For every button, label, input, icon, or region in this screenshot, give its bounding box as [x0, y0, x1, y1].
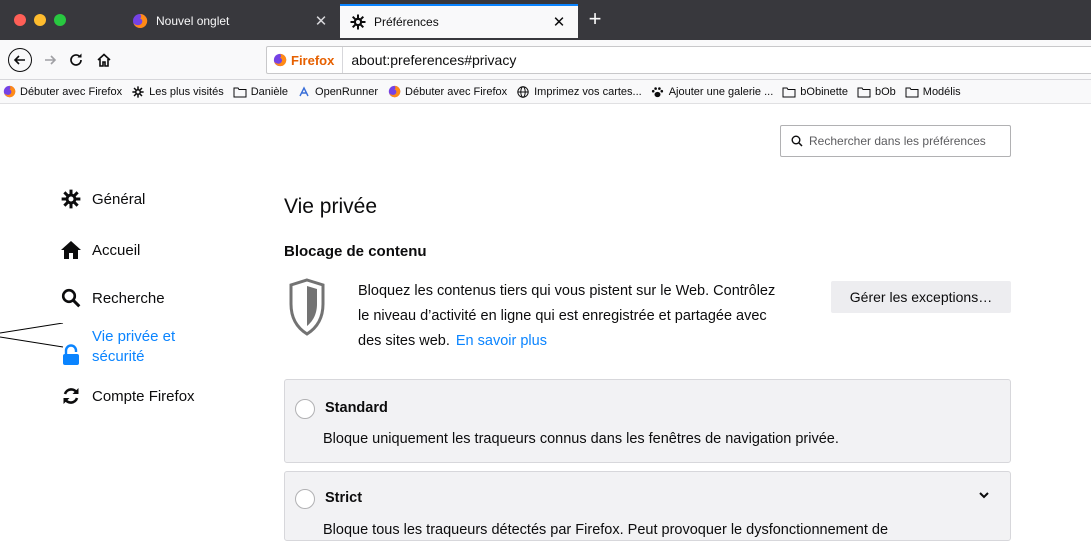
bookmark-item[interactable]: bOb [857, 85, 896, 99]
zoom-window-button[interactable] [54, 14, 66, 26]
firefox-icon [133, 13, 148, 28]
option-strict[interactable]: Strict Bloque tous les traqueurs détecté… [284, 471, 1011, 541]
reload-button[interactable] [64, 48, 88, 72]
tab-new-tab[interactable]: Nouvel onglet ✕ [122, 4, 340, 38]
search-icon [60, 287, 82, 309]
gear-icon [60, 188, 82, 210]
sidebar-item-firefox-account[interactable]: Compte Firefox [60, 385, 195, 407]
description-line: des sites web. [358, 333, 450, 349]
close-tab-icon[interactable]: ✕ [548, 13, 570, 31]
chevron-down-icon[interactable] [978, 490, 990, 500]
folder-icon [782, 85, 796, 99]
bookmark-label: Danièle [250, 85, 289, 98]
search-placeholder: Rechercher dans les préférences [809, 134, 986, 148]
bookmark-item[interactable]: Imprimez vos cartes... [516, 85, 642, 99]
close-tab-icon[interactable]: ✕ [310, 12, 332, 30]
close-window-button[interactable] [14, 14, 26, 26]
forward-button[interactable] [38, 48, 62, 72]
identity-box[interactable]: Firefox [267, 47, 344, 73]
bookmark-label: bOb [874, 85, 896, 98]
tab-strip: Nouvel onglet ✕ Préférences ✕ + [0, 0, 1091, 40]
bookmark-item[interactable]: Ajouter une galerie ... [651, 85, 774, 99]
sidebar-item-home[interactable]: Accueil [60, 239, 140, 261]
bookmark-label: Les plus visités [149, 85, 224, 98]
globe-icon [516, 85, 530, 99]
sidebar-item-privacy-security[interactable]: Vie privée et sécurité [60, 327, 175, 367]
bookmark-label: Imprimez vos cartes... [534, 85, 642, 98]
option-title: Standard [325, 400, 388, 416]
gear-icon [350, 14, 366, 30]
home-icon [60, 239, 82, 261]
section-title: Blocage de contenu [284, 243, 427, 260]
arrow-right-icon [45, 55, 57, 65]
bookmark-item[interactable]: bObinette [782, 85, 848, 99]
option-title: Strict [325, 490, 363, 506]
annotation-callout-arrow [0, 323, 64, 348]
sidebar-item-label: Recherche [92, 289, 165, 307]
openrunner-icon [297, 85, 311, 99]
bookmark-label: OpenRunner [315, 85, 379, 98]
label-line: sécurité [92, 348, 145, 365]
bookmark-label: Ajouter une galerie ... [668, 85, 774, 98]
standard-radio[interactable] [295, 399, 315, 419]
sidebar-item-label: Général [92, 190, 146, 208]
home-icon [97, 53, 111, 67]
shield-icon [289, 278, 325, 336]
page-title: Vie privée [284, 195, 378, 218]
paw-icon [651, 85, 665, 99]
arrow-left-icon [13, 55, 25, 65]
bookmark-item[interactable]: Débuter avec Firefox [387, 85, 507, 99]
folder-icon [905, 85, 919, 99]
bookmark-label: Débuter avec Firefox [20, 85, 123, 98]
tab-label: Nouvel onglet [156, 14, 230, 28]
sidebar-item-label: Vie privée et sécurité [92, 327, 175, 367]
bookmark-item[interactable]: Débuter avec Firefox [2, 85, 122, 99]
bookmark-item[interactable]: OpenRunner [297, 85, 378, 99]
navigation-toolbar: Firefox about:preferences#privacy [0, 40, 1091, 80]
preferences-search-input[interactable]: Rechercher dans les préférences [780, 125, 1011, 157]
option-description: Bloque uniquement les traqueurs connus d… [323, 431, 839, 447]
manage-exceptions-button[interactable]: Gérer les exceptions… [831, 281, 1011, 313]
folder-icon [233, 85, 247, 99]
description-line: le niveau d’activité en ligne qui est en… [358, 308, 767, 324]
bookmark-label: Débuter avec Firefox [405, 85, 508, 98]
back-button[interactable] [8, 48, 32, 72]
bookmark-label: bObinette [800, 85, 848, 98]
url-bar[interactable]: Firefox about:preferences#privacy [266, 46, 1091, 74]
search-icon [791, 135, 803, 147]
bookmark-item[interactable]: Danièle [233, 85, 288, 99]
identity-label: Firefox [291, 52, 335, 68]
gear-icon [131, 85, 145, 99]
description-line: Bloquez les contenus tiers qui vous pist… [358, 283, 776, 299]
minimize-window-button[interactable] [34, 14, 46, 26]
firefox-icon [273, 53, 287, 67]
bookmark-label: Modélis [922, 85, 961, 98]
preferences-page: Rechercher dans les préférences Général … [0, 105, 1091, 541]
sidebar-item-general[interactable]: Général [60, 188, 145, 210]
firefox-icon [2, 85, 16, 99]
tab-preferences[interactable]: Préférences ✕ [340, 4, 578, 38]
home-button[interactable] [92, 48, 116, 72]
bookmarks-toolbar: Débuter avec Firefox Les plus visités Da… [0, 80, 1091, 104]
tab-label: Préférences [374, 15, 439, 29]
new-tab-button[interactable]: + [580, 4, 610, 36]
folder-icon [857, 85, 871, 99]
bookmark-item[interactable]: Modélis [905, 85, 961, 99]
label-line: Vie privée et [92, 328, 176, 345]
content-blocking-description: Bloquez les contenus tiers qui vous pist… [358, 279, 818, 354]
learn-more-link[interactable]: En savoir plus [456, 333, 547, 349]
bookmark-item[interactable]: Les plus visités [131, 85, 224, 99]
sidebar-item-label: Accueil [92, 241, 141, 259]
option-standard[interactable]: Standard Bloque uniquement les traqueurs… [284, 379, 1011, 463]
sidebar-item-label: Compte Firefox [92, 387, 195, 405]
strict-radio[interactable] [295, 489, 315, 509]
option-description: Bloque tous les traqueurs détectés par F… [323, 522, 889, 538]
sidebar-item-search[interactable]: Recherche [60, 287, 165, 309]
reload-icon [70, 53, 82, 66]
firefox-icon [387, 85, 401, 99]
sync-icon [60, 385, 82, 407]
url-text[interactable]: about:preferences#privacy [343, 52, 516, 68]
